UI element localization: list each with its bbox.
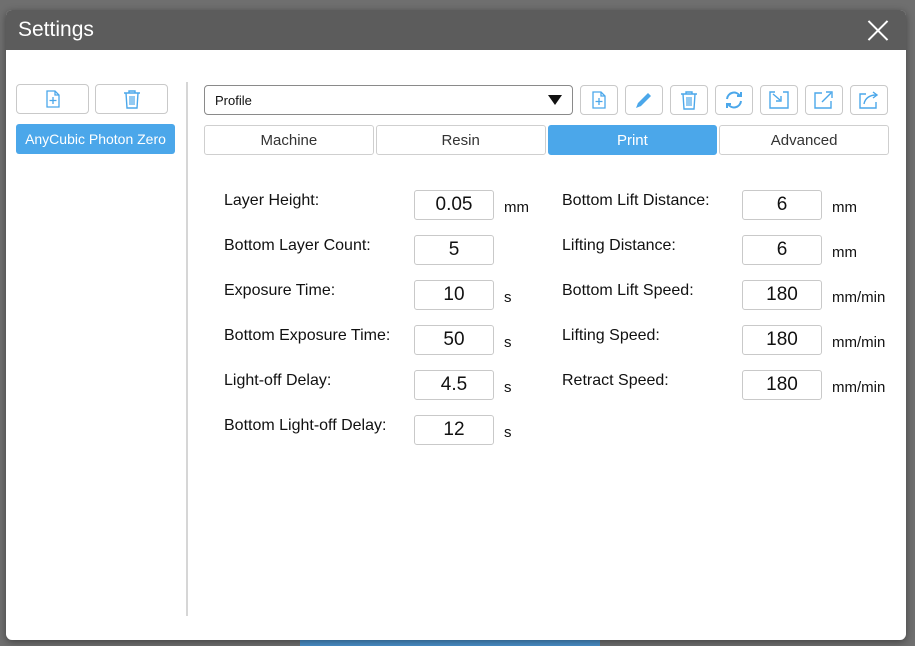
edit-profile-button[interactable]	[625, 85, 663, 115]
machine-item-anycubic-photon-zero[interactable]: AnyCubic Photon Zero	[16, 124, 175, 154]
machine-panel: AnyCubic Photon Zero	[16, 84, 176, 154]
param-row-lifting-speed: Lifting Speed: 180 mm/min	[562, 325, 885, 370]
exposure-time-input[interactable]: 10	[414, 280, 494, 310]
bottom-exposure-time-unit: s	[504, 334, 512, 351]
bottom-light-off-delay-unit: s	[504, 424, 512, 441]
settings-dialog: Settings AnyCubic Photon Zero Profile Ma…	[6, 10, 906, 640]
export-profile-button[interactable]	[805, 85, 843, 115]
trash-icon	[123, 90, 140, 109]
file-plus-icon	[592, 91, 606, 109]
new-profile-button[interactable]	[580, 85, 618, 115]
light-off-delay-label: Light-off Delay:	[224, 372, 332, 389]
retract-speed-input[interactable]: 180	[742, 370, 822, 400]
light-off-delay-unit: s	[504, 379, 512, 396]
print-params-right: Bottom Lift Distance: 6 mm Lifting Distance…	[562, 190, 885, 415]
retract-speed-unit: mm/min	[832, 379, 886, 396]
tab-resin[interactable]: Resin	[375, 125, 546, 155]
layer-height-input[interactable]: 0.05	[414, 190, 494, 220]
param-row-bottom-lift-distance: Bottom Lift Distance: 6 mm	[562, 190, 885, 235]
delete-machine-button[interactable]	[95, 84, 168, 114]
print-params-left: Layer Height: 0.05 mm Bottom Layer Count: 5 E…	[224, 190, 529, 460]
light-off-delay-input[interactable]: 4.5	[414, 370, 494, 400]
exposure-time-unit: s	[504, 289, 512, 306]
machine-toolbar	[16, 84, 176, 114]
profile-dropdown-value: Profile	[215, 92, 252, 108]
lifting-speed-label: Lifting Speed:	[562, 327, 660, 344]
bottom-lift-distance-label: Bottom Lift Distance:	[562, 192, 710, 209]
bottom-lift-distance-input[interactable]: 6	[742, 190, 822, 220]
param-row-retract-speed: Retract Speed: 180 mm/min	[562, 370, 885, 415]
refresh-icon	[726, 91, 742, 109]
title-bar: Settings	[6, 10, 906, 50]
layer-height-unit: mm	[504, 199, 529, 216]
bottom-exposure-time-input[interactable]: 50	[414, 325, 494, 355]
param-row-exposure-time: Exposure Time: 10 s	[224, 280, 529, 325]
param-row-lifting-distance: Lifting Distance: 6 mm	[562, 235, 885, 280]
bottom-layer-count-input[interactable]: 5	[414, 235, 494, 265]
delete-profile-button[interactable]	[670, 85, 708, 115]
machine-list: AnyCubic Photon Zero	[16, 124, 176, 154]
bottom-lift-speed-input[interactable]: 180	[742, 280, 822, 310]
lifting-distance-unit: mm	[832, 244, 857, 261]
chevron-down-icon	[548, 95, 562, 105]
bottom-exposure-time-label: Bottom Exposure Time:	[224, 327, 391, 344]
panel-divider	[186, 82, 188, 616]
bottom-layer-count-label: Bottom Layer Count:	[224, 237, 371, 254]
bottom-light-off-delay-label: Bottom Light-off Delay:	[224, 417, 387, 434]
trash-icon	[681, 91, 697, 110]
close-icon[interactable]	[866, 18, 890, 42]
exposure-time-label: Exposure Time:	[224, 282, 336, 299]
lifting-distance-label: Lifting Distance:	[562, 237, 676, 254]
tab-machine[interactable]: Machine	[204, 125, 374, 155]
layer-height-label: Layer Height:	[224, 192, 320, 209]
profile-dropdown[interactable]: Profile	[204, 85, 573, 115]
export-icon	[814, 91, 833, 109]
lifting-speed-input[interactable]: 180	[742, 325, 822, 355]
add-machine-button[interactable]	[16, 84, 89, 114]
import-profile-button[interactable]	[760, 85, 798, 115]
window-title: Settings	[18, 18, 94, 41]
bottom-light-off-delay-input[interactable]: 12	[414, 415, 494, 445]
refresh-profile-button[interactable]	[715, 85, 753, 115]
lifting-distance-input[interactable]: 6	[742, 235, 822, 265]
settings-tabs: Machine Resin Print Advanced	[204, 125, 889, 155]
bottom-lift-distance-unit: mm	[832, 199, 857, 216]
retract-speed-label: Retract Speed:	[562, 372, 669, 389]
import-icon	[769, 91, 789, 109]
profile-toolbar: Profile	[204, 85, 888, 115]
param-row-bottom-layer-count: Bottom Layer Count: 5	[224, 235, 529, 280]
param-row-bottom-light-off-delay: Bottom Light-off Delay: 12 s	[224, 415, 529, 460]
file-plus-icon	[45, 90, 60, 108]
bottom-lift-speed-label: Bottom Lift Speed:	[562, 282, 694, 299]
param-row-layer-height: Layer Height: 0.05 mm	[224, 190, 529, 235]
tab-print[interactable]: Print	[547, 125, 718, 155]
bottom-lift-speed-unit: mm/min	[832, 289, 886, 306]
lifting-speed-unit: mm/min	[832, 334, 886, 351]
share-icon	[859, 91, 879, 109]
pencil-icon	[636, 93, 651, 108]
param-row-light-off-delay: Light-off Delay: 4.5 s	[224, 370, 529, 415]
param-row-bottom-lift-speed: Bottom Lift Speed: 180 mm/min	[562, 280, 885, 325]
share-profile-button[interactable]	[850, 85, 888, 115]
tab-advanced[interactable]: Advanced	[719, 125, 889, 155]
param-row-bottom-exposure-time: Bottom Exposure Time: 50 s	[224, 325, 529, 370]
